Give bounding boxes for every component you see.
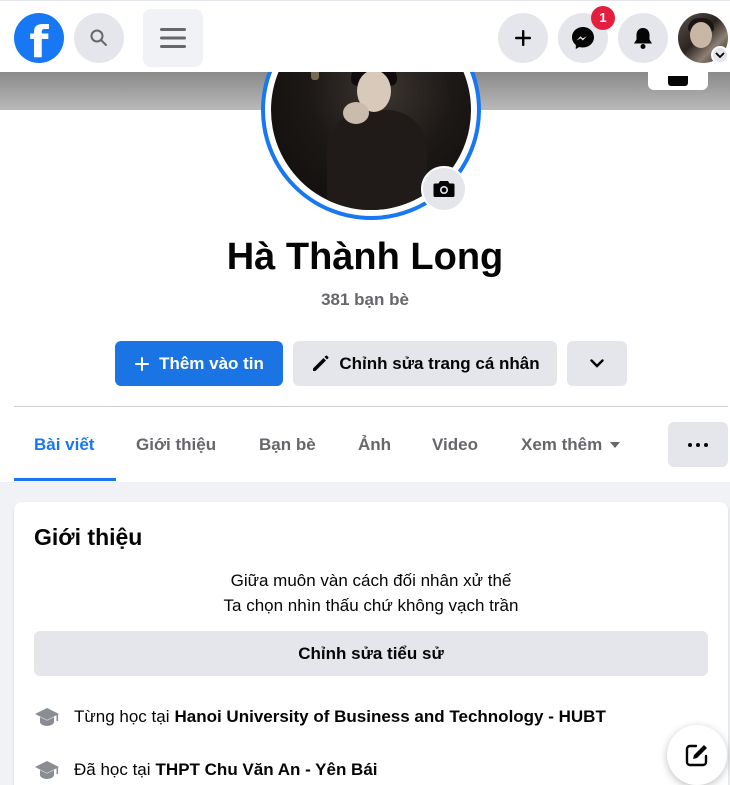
update-profile-photo-button[interactable] [421,166,467,212]
tab-more[interactable]: Xem thêm [521,422,621,468]
edit-bio-button[interactable]: Chỉnh sửa tiểu sử [34,631,708,676]
bio-line: Ta chọn nhìn thấu chứ không vạch trần [223,596,519,615]
edit-profile-button[interactable]: Chỉnh sửa trang cá nhân [293,341,557,386]
messenger-icon [572,27,594,49]
edit-profile-label: Chỉnh sửa trang cá nhân [339,353,540,373]
facebook-logo-icon[interactable]: f [14,13,64,68]
tab-posts[interactable]: Bài viết [34,422,94,468]
plus-icon [515,30,531,46]
tab-video[interactable]: Video [432,422,478,468]
edit-cover-button[interactable] [648,72,708,90]
tab-friends[interactable]: Bạn bè [259,422,316,468]
education-prefix: Từng học tại [74,707,170,726]
dot [696,442,700,447]
camera-icon [668,76,688,86]
divider [14,406,728,407]
dot [704,442,708,447]
menu-button[interactable] [143,9,203,67]
graduation-cap-icon [34,759,60,781]
plus-icon [134,356,150,372]
account-menu-chevron[interactable] [711,46,729,64]
messenger-badge: 1 [591,6,615,30]
search-button[interactable] [74,13,124,63]
pencil-icon [310,354,330,374]
bio-text: Giữa muôn vàn cách đối nhân xử thế Ta ch… [14,568,728,618]
add-story-button[interactable]: Thêm vào tin [115,341,283,386]
education-prefix: Đã học tại [74,760,151,779]
friends-count[interactable]: 381 bạn bè [0,290,730,310]
tab-photos[interactable]: Ảnh [358,422,391,468]
dot [688,442,692,447]
profile-name: Hà Thành Long [226,236,504,278]
top-navigation-bar: f 1 [0,0,730,72]
hamburger-menu-icon [160,28,186,48]
profile-more-button[interactable] [567,341,627,386]
bio-line: Giữa muôn vàn cách đối nhân xử thế [230,571,512,590]
education-item: Đã học tại THPT Chu Văn An - Yên Bái [34,757,378,783]
create-button[interactable] [498,13,548,63]
more-options-button[interactable] [668,422,728,467]
new-message-button[interactable] [667,725,727,785]
bell-icon [634,28,652,49]
search-icon [90,29,107,46]
active-tab-indicator [14,478,116,481]
intro-card: Giới thiệu Giữa muôn vàn cách đối nhân x… [14,502,728,785]
education-school-link[interactable]: THPT Chu Văn An - Yên Bái [156,760,378,780]
tab-more-label: Xem thêm [521,435,603,454]
chevron-down-icon [590,359,604,368]
caret-down-icon [610,442,621,448]
intro-title: Giới thiệu [34,524,143,550]
education-item: Từng học tại Hanoi University of Business… [34,704,606,730]
graduation-cap-icon [34,706,60,728]
chevron-down-icon [715,52,725,58]
education-school-link[interactable]: Hanoi University of Business and Technol… [174,707,605,727]
tab-about[interactable]: Giới thiệu [136,422,216,468]
compose-icon [685,744,708,767]
notifications-button[interactable] [618,13,668,63]
camera-icon [433,181,455,197]
add-story-label: Thêm vào tin [159,353,264,373]
